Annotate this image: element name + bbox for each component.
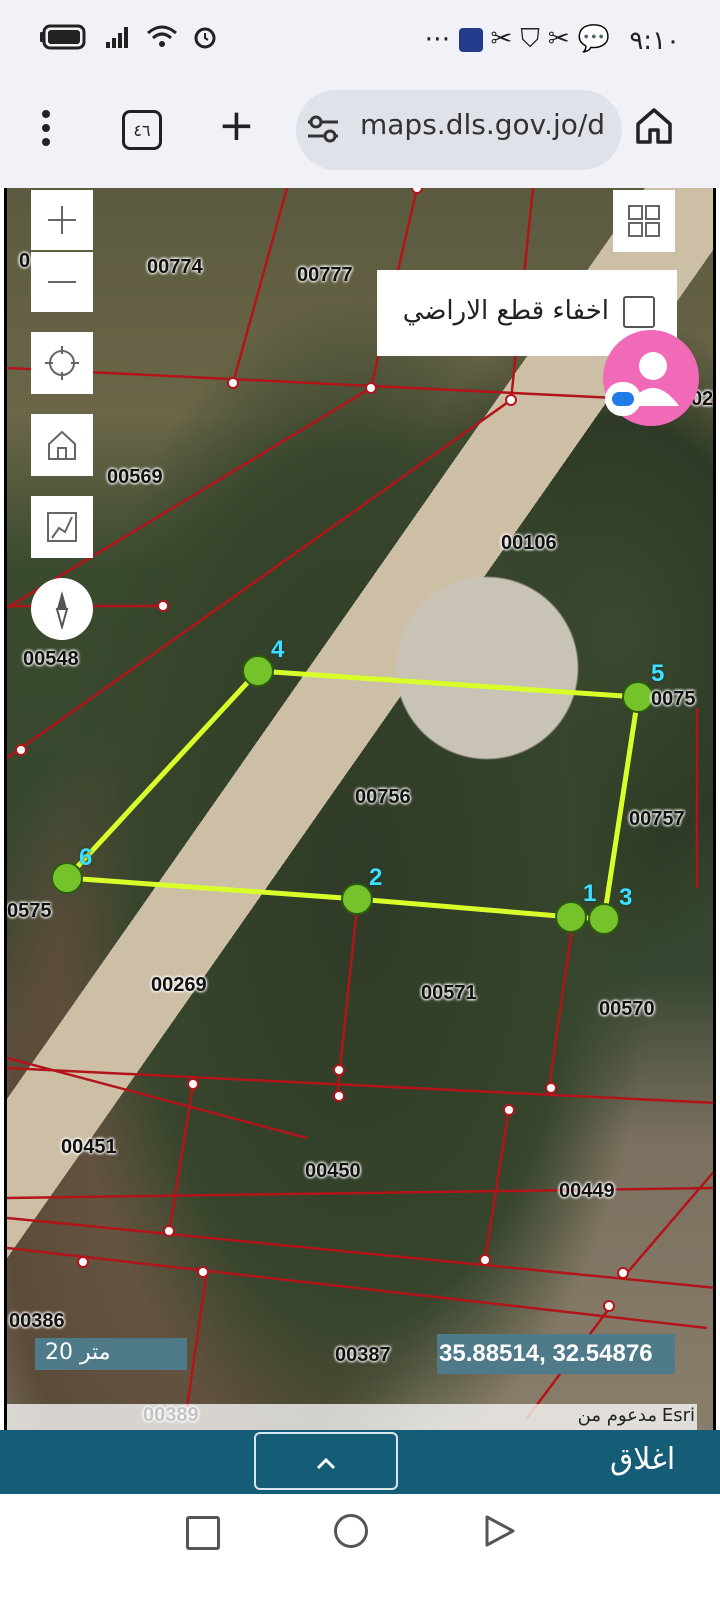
url-text: maps.dls.gov.jo/d [360, 108, 606, 141]
parcel-label: 00386 [9, 1310, 65, 1332]
vertex-label-5: 5 [651, 660, 665, 687]
back-button[interactable] [484, 1514, 516, 1548]
plus-icon [48, 206, 76, 234]
vertex-label-1: 1 [583, 880, 597, 907]
vertex-marker [341, 883, 373, 915]
browser-toolbar: ٤٦ + maps.dls.gov.jo/d [0, 84, 720, 188]
parcel-label: 00569 [107, 466, 163, 488]
attribution-esri: Esri [661, 1405, 695, 1426]
scale-label: 20 متر [45, 1340, 111, 1365]
chevron-up-icon [316, 1457, 336, 1470]
parcel-label: 00451 [61, 1136, 117, 1158]
parcel-label: 00449 [559, 1180, 615, 1202]
parcel-label: 0075 [651, 688, 696, 710]
recents-button[interactable] [186, 1516, 220, 1550]
parcel-label: 0575 [7, 900, 52, 922]
home-icon [48, 430, 76, 460]
more-dots-icon: ⋯ [424, 24, 451, 54]
map-attribution: Esri مدعوم من [7, 1404, 697, 1432]
vertex-marker [588, 903, 620, 935]
parcel-label: 00774 [147, 256, 203, 278]
battery-icon [40, 24, 86, 50]
home-nav-button[interactable] [334, 1514, 368, 1548]
parcel-label: 0 [19, 250, 31, 272]
compass-button[interactable] [31, 578, 93, 640]
hide-parcels-label: اخفاء قطع الاراضي [402, 296, 609, 326]
zoom-out-button[interactable] [31, 252, 93, 312]
basemap-gallery-button[interactable] [613, 190, 675, 252]
vertex-label-4: 4 [271, 636, 285, 663]
vertex-marker [51, 862, 83, 894]
plus-icon: + [218, 100, 255, 151]
site-settings-icon[interactable] [306, 114, 340, 144]
map-view[interactable]: 1 2 3 4 5 6 00774 00777 00569 00106 0054… [4, 188, 716, 1460]
tools-icon: ✂ [490, 24, 513, 54]
measure-button[interactable] [31, 496, 93, 558]
shield-icon: ⛉ [520, 24, 540, 54]
wifi-icon [147, 25, 177, 47]
parcel-label: 00387 [335, 1344, 391, 1366]
home-extent-button[interactable] [31, 414, 93, 476]
vertex-label-2: 2 [369, 864, 383, 891]
bottom-panel: اغلاق [0, 1430, 720, 1494]
hide-parcels-checkbox[interactable] [623, 296, 655, 328]
crosshair-icon [45, 346, 79, 380]
app-icon [458, 28, 483, 52]
parcel-label: 00548 [23, 648, 79, 670]
compass-icon [55, 591, 69, 629]
vertex-marker [622, 681, 654, 713]
parcel-label: 00571 [421, 982, 477, 1004]
chat-icon: 💬 [577, 24, 610, 54]
expand-panel-button[interactable] [254, 1432, 398, 1490]
grid-icon [628, 205, 660, 237]
parcel-label: 00106 [501, 532, 557, 554]
measure-icon [47, 512, 77, 542]
alarm-icon [194, 27, 216, 49]
tab-switcher-button[interactable]: ٤٦ [122, 110, 162, 150]
close-panel-label: اغلاق [610, 1442, 676, 1477]
status-bar: ⋯ ✂ ⛉ ✂ 💬 ٩:١٠ [0, 0, 720, 84]
attribution-prefix: مدعوم من [577, 1405, 657, 1426]
parcel-label: 00570 [599, 998, 655, 1020]
parcel-label: 00450 [305, 1160, 361, 1182]
vertex-label-6: 6 [79, 844, 93, 871]
address-bar[interactable]: maps.dls.gov.jo/d [296, 90, 622, 170]
menu-dots-icon[interactable] [34, 108, 58, 152]
home-icon [636, 108, 672, 144]
parcel-label: 00756 [355, 786, 411, 808]
coordinate-text: 35.88514, 32.54876 [439, 1340, 653, 1367]
parcel-label: 00757 [629, 808, 685, 830]
parcel-label: 00269 [151, 974, 207, 996]
signal-icon [106, 27, 128, 48]
minus-icon [48, 281, 76, 283]
scale-bar: 20 متر [35, 1338, 187, 1370]
tools-icon: ✂ [547, 24, 570, 54]
home-button[interactable] [634, 106, 674, 150]
system-nav-bar [0, 1494, 720, 1610]
close-panel-button[interactable]: اغلاق [610, 1442, 675, 1477]
new-tab-button[interactable]: + [218, 98, 255, 154]
message-badge-icon [605, 382, 641, 416]
status-time: ٩:١٠ [629, 26, 680, 56]
tab-count: ٤٦ [133, 120, 151, 140]
coordinate-readout: 35.88514, 32.54876 [437, 1334, 675, 1374]
zoom-in-button[interactable] [31, 190, 93, 250]
locate-button[interactable] [31, 332, 93, 394]
vertex-marker [555, 901, 587, 933]
vertex-label-3: 3 [619, 884, 633, 911]
chat-head-bubble[interactable] [603, 330, 699, 426]
parcel-label: 00777 [297, 264, 353, 286]
vertex-marker [242, 655, 274, 687]
